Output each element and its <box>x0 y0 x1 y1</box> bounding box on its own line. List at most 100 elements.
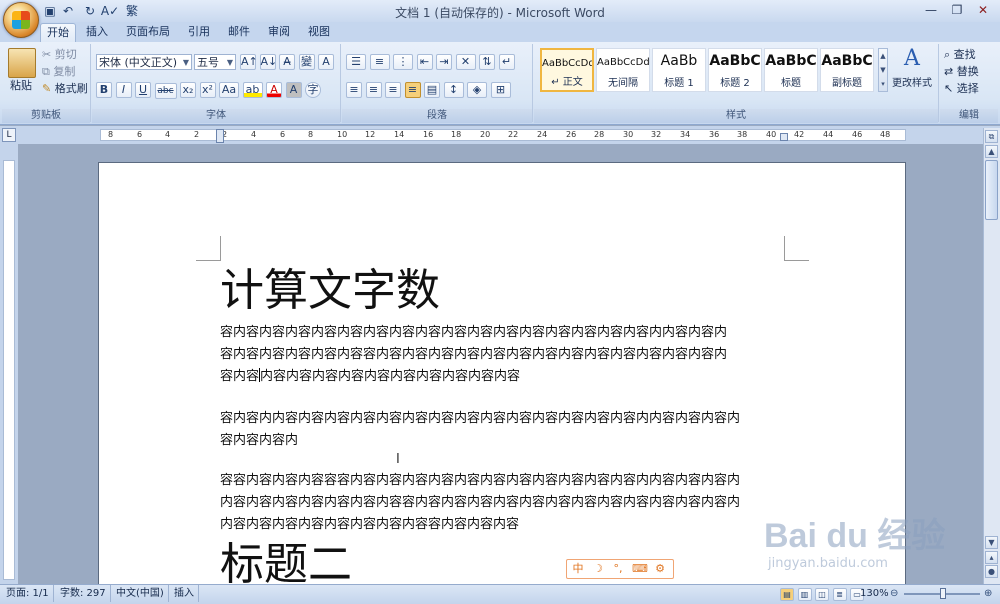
numbering-icon[interactable]: ≡ <box>369 54 390 70</box>
style-item[interactable]: AaBbC 标题 <box>764 48 818 92</box>
scroll-up-button[interactable]: ▲ <box>985 145 998 158</box>
increase-indent-icon[interactable]: ⇥ <box>436 54 452 70</box>
distributed-icon[interactable]: ▤ <box>424 82 440 98</box>
strikethrough-icon[interactable]: abc <box>154 83 177 99</box>
align-left-icon[interactable]: ≡ <box>346 82 362 98</box>
style-item[interactable]: AaBbC 标题 2 <box>708 48 762 92</box>
scroll-down-button[interactable]: ▼ <box>985 536 998 549</box>
status-word-count[interactable]: 字数: 297 <box>56 585 111 602</box>
style-item[interactable]: AaBbC 副标题 <box>820 48 874 92</box>
zoom-out-icon[interactable]: ⊖ <box>890 588 898 599</box>
ime-moon-icon[interactable]: ☽ <box>588 561 608 577</box>
undo-icon[interactable]: ↶ <box>60 3 76 19</box>
status-zoom[interactable]: 130% <box>856 585 893 602</box>
align-center-icon[interactable]: ≡ <box>365 82 382 98</box>
ime-punct-icon[interactable]: °, <box>608 561 628 577</box>
justify-icon[interactable]: ≡ <box>404 82 421 98</box>
full-screen-icon[interactable]: ▥ <box>797 588 812 601</box>
copy-button[interactable]: ⧉ 复制 <box>42 64 75 80</box>
ime-keyboard-icon[interactable]: ⌨ <box>630 561 650 577</box>
underline-icon[interactable]: U <box>135 82 151 98</box>
borders-icon[interactable]: ⊞ <box>490 82 511 98</box>
ruler-toggle-icon[interactable]: ⧉ <box>985 130 998 143</box>
paste-button[interactable]: 粘贴 <box>10 78 32 94</box>
status-page[interactable]: 页面: 1/1 <box>2 585 54 602</box>
shading-icon[interactable]: ◈ <box>467 82 487 98</box>
italic-icon[interactable]: I <box>115 82 132 98</box>
shrink-font-icon[interactable]: A↓ <box>259 54 277 70</box>
tab-view[interactable]: 视图 <box>302 23 336 41</box>
char-border-icon[interactable]: A <box>318 54 334 70</box>
status-language[interactable]: 中文(中国) <box>112 585 169 602</box>
font-name-combo[interactable]: 宋体 (中文正文) ▼ <box>96 54 192 70</box>
left-indent-marker[interactable] <box>216 129 224 143</box>
change-styles-icon[interactable]: A <box>898 46 926 76</box>
right-indent-marker[interactable] <box>780 133 788 141</box>
align-right-icon[interactable]: ≡ <box>385 82 401 98</box>
style-item[interactable]: AaBbCcDd ↵ 正文 <box>540 48 594 92</box>
subscript-icon[interactable]: x₂ <box>180 82 196 98</box>
superscript-icon[interactable]: x² <box>199 82 216 98</box>
font-size-combo[interactable]: 五号 ▼ <box>194 54 236 70</box>
styles-scroll[interactable]: ▲ ▼ ▾ <box>878 48 888 92</box>
multilevel-list-icon[interactable]: ⋮ <box>393 54 413 70</box>
tab-mailings[interactable]: 邮件 <box>222 23 256 41</box>
style-item[interactable]: AaBbCcDd 无间隔 <box>596 48 650 92</box>
change-styles-button[interactable]: 更改样式 <box>892 76 932 92</box>
zoom-in-icon[interactable]: ⊕ <box>984 588 992 599</box>
spelling-icon[interactable]: A✓ <box>100 3 120 19</box>
cut-button[interactable]: ✂ 剪切 <box>42 47 77 63</box>
office-button[interactable] <box>3 2 39 38</box>
grow-font-icon[interactable]: A↑ <box>240 54 258 70</box>
tab-review[interactable]: 审阅 <box>262 23 296 41</box>
bullets-icon[interactable]: ☰ <box>346 54 366 70</box>
bold-icon[interactable]: B <box>96 82 112 98</box>
outline-icon[interactable]: ≣ <box>832 588 847 601</box>
minimize-button[interactable]: — <box>918 2 944 18</box>
find-button[interactable]: ⌕ 查找 <box>944 47 976 63</box>
show-marks-icon[interactable]: ↵ <box>498 54 515 70</box>
phonetic-guide-icon[interactable]: 變 <box>298 54 315 70</box>
ime-settings-icon[interactable]: ⚙ <box>650 561 670 577</box>
heading-2[interactable]: 标题二 <box>220 540 352 590</box>
clear-format-icon[interactable]: A̶ <box>279 54 295 70</box>
text-line: 容内容内容内 <box>220 433 299 448</box>
text-line: 容内容内容内容内容内容内容内容内容内容内容内容 <box>220 366 790 388</box>
paragraph-1[interactable]: 容内容内容内容内容内容内容内容内容内容内容内容内容内容内容内容内容内内容内容内 … <box>220 322 790 388</box>
decrease-indent-icon[interactable]: ⇤ <box>416 54 433 70</box>
tab-references[interactable]: 引用 <box>182 23 216 41</box>
replace-button[interactable]: ⇄ 替换 <box>944 64 979 80</box>
select-button[interactable]: ↖ 选择 <box>944 81 979 97</box>
paragraph-2[interactable]: 容内容内内容内容内容内容内容内容内容内容内容内容内容内容内容内容内内容内容内容内… <box>220 408 790 452</box>
paste-icon[interactable] <box>8 48 36 78</box>
format-painter-button[interactable]: ✎ 格式刷 <box>42 81 88 97</box>
paragraph-3[interactable]: 容容内容内容内容容容内容内容内容内容内容内容内容内容内容内容内容内内容内容内容内… <box>220 470 790 536</box>
tab-insert[interactable]: 插入 <box>80 23 114 41</box>
status-insert-mode[interactable]: 插入 <box>170 585 199 602</box>
close-button[interactable]: ✕ <box>970 2 996 18</box>
change-case-icon[interactable]: Aa <box>219 82 239 98</box>
traditional-chinese-icon[interactable]: 繁 <box>124 3 140 19</box>
char-shading-icon[interactable]: A <box>285 82 302 98</box>
enclose-char-icon[interactable]: 字 <box>305 82 321 98</box>
web-layout-icon[interactable]: ◫ <box>815 588 829 601</box>
zoom-slider-thumb[interactable] <box>940 588 946 599</box>
heading-1[interactable]: 计算文字数 <box>220 266 440 316</box>
ime-chinese-icon[interactable]: 中 <box>568 561 588 577</box>
tab-selector[interactable]: L <box>2 128 16 142</box>
maximize-button[interactable]: ❐ <box>944 2 970 18</box>
redo-icon[interactable]: ↻ <box>82 3 98 19</box>
save-icon[interactable]: ▣ <box>42 3 58 19</box>
font-color-icon[interactable]: A <box>266 82 282 98</box>
prev-page-button[interactable]: ▴ <box>985 551 998 564</box>
style-item[interactable]: AaBb 标题 1 <box>652 48 706 92</box>
chinese-layout-icon[interactable]: ✕ <box>455 54 476 70</box>
tab-page-layout[interactable]: 页面布局 <box>120 23 176 41</box>
browse-object-button[interactable]: ● <box>985 565 998 578</box>
highlight-icon[interactable]: ab <box>242 82 263 98</box>
print-layout-icon[interactable]: ▤ <box>780 588 794 601</box>
line-spacing-icon[interactable]: ↕ <box>443 82 464 98</box>
tab-home[interactable]: 开始 <box>40 23 76 42</box>
sort-icon[interactable]: ⇅ <box>479 54 495 70</box>
scroll-thumb[interactable] <box>985 160 998 220</box>
